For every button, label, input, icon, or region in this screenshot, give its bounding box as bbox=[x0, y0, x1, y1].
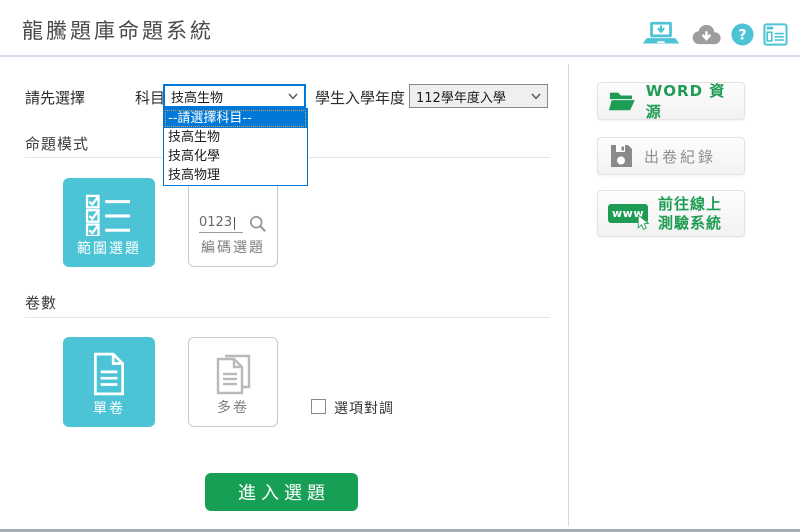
swap-options-label: 選項對調 bbox=[334, 398, 394, 418]
cloud-download-icon[interactable] bbox=[689, 22, 722, 47]
app-window: 龍騰題庫命題系統 bbox=[0, 0, 800, 532]
help-icon[interactable]: ? bbox=[731, 23, 754, 46]
code-input-value: 0123 bbox=[199, 215, 232, 230]
code-select-tile[interactable]: 0123 編碼選題 bbox=[188, 178, 278, 267]
word-resources-label: WORD 資源 bbox=[646, 80, 734, 122]
section-divider bbox=[25, 317, 550, 318]
header-icon-bar: ? bbox=[642, 18, 788, 50]
online-test-label-line1: 前往線上 bbox=[658, 195, 722, 214]
subject-dropdown-list: --請選擇科目-- 技高生物 技高化學 技高物理 bbox=[163, 108, 308, 186]
prompt-label: 請先選擇 bbox=[25, 87, 85, 108]
code-tile-label: 編碼選題 bbox=[201, 237, 265, 257]
floppy-save-icon bbox=[608, 143, 634, 169]
search-icon[interactable] bbox=[249, 215, 267, 233]
papers-section-title: 卷數 bbox=[25, 292, 57, 313]
multi-tile-label: 多卷 bbox=[217, 397, 249, 417]
year-label: 學生入學年度 bbox=[315, 87, 405, 108]
svg-text:?: ? bbox=[738, 27, 746, 43]
dropdown-option[interactable]: 技高物理 bbox=[164, 166, 307, 185]
multi-document-icon bbox=[212, 351, 254, 395]
mode-section-title: 命題模式 bbox=[25, 133, 89, 154]
subject-label: 科目 bbox=[135, 87, 165, 108]
single-paper-tile[interactable]: 單卷 bbox=[63, 337, 155, 427]
single-tile-label: 單卷 bbox=[93, 398, 125, 418]
dropdown-option[interactable]: 技高生物 bbox=[164, 128, 307, 147]
swap-options-checkbox[interactable] bbox=[311, 399, 326, 414]
checklist-icon bbox=[83, 194, 135, 236]
www-cursor-icon: www bbox=[608, 204, 648, 223]
chevron-down-icon bbox=[531, 89, 541, 104]
dropdown-option[interactable]: --請選擇科目-- bbox=[164, 109, 307, 128]
year-select[interactable]: 112學年度入學 bbox=[409, 84, 548, 108]
subject-select[interactable]: 技高生物 bbox=[163, 84, 306, 108]
exam-list-icon[interactable] bbox=[763, 23, 788, 46]
online-test-label-line2: 測驗系統 bbox=[658, 214, 722, 233]
laptop-download-icon[interactable] bbox=[642, 20, 680, 49]
range-tile-label: 範圍選題 bbox=[77, 238, 141, 258]
enter-selection-button[interactable]: 進入選題 bbox=[205, 473, 358, 511]
multi-paper-tile[interactable]: 多卷 bbox=[188, 337, 278, 427]
online-test-system-button[interactable]: www 前往線上 測驗系統 bbox=[597, 190, 745, 237]
subject-select-value: 技高生物 bbox=[171, 87, 223, 106]
year-select-value: 112學年度入學 bbox=[416, 87, 506, 106]
exam-records-button[interactable]: 出卷紀錄 bbox=[597, 137, 745, 175]
range-select-tile[interactable]: 範圍選題 bbox=[63, 178, 155, 267]
folder-icon bbox=[608, 89, 636, 113]
word-resources-button[interactable]: WORD 資源 bbox=[597, 82, 745, 120]
vertical-divider bbox=[568, 64, 569, 526]
single-document-icon bbox=[90, 352, 128, 396]
code-search-input[interactable]: 0123 bbox=[199, 215, 243, 233]
header: 龍騰題庫命題系統 bbox=[0, 0, 800, 57]
app-title: 龍騰題庫命題系統 bbox=[22, 15, 214, 45]
text-caret bbox=[234, 217, 235, 230]
dropdown-option[interactable]: 技高化學 bbox=[164, 147, 307, 166]
chevron-down-icon bbox=[288, 89, 298, 104]
exam-records-label: 出卷紀錄 bbox=[644, 146, 716, 167]
